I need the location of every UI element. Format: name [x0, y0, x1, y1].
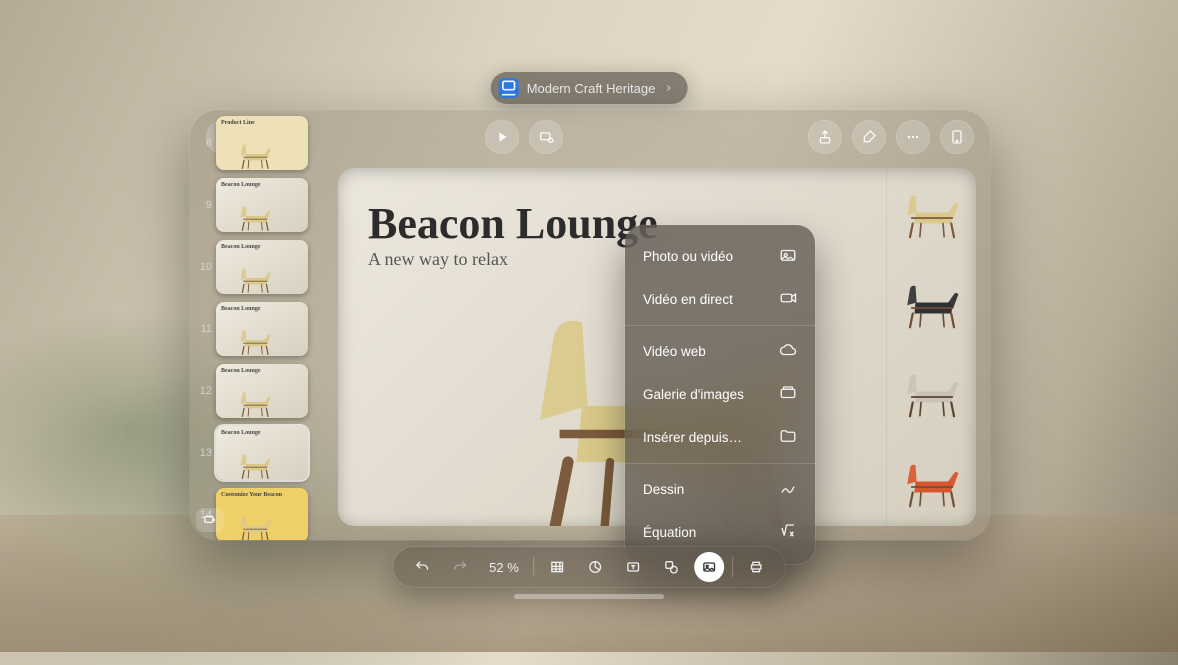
- slide-number: 11: [196, 323, 212, 335]
- menu-item-label: Insérer depuis…: [643, 430, 742, 445]
- menu-item-label: Équation: [643, 525, 696, 540]
- folder-icon: [779, 427, 797, 448]
- document-settings-button[interactable]: [940, 120, 974, 154]
- product-variant-3[interactable]: [886, 437, 976, 527]
- zoom-level[interactable]: 52 %: [483, 560, 525, 575]
- photo-icon: [779, 246, 797, 267]
- menu-item-label: Vidéo web: [643, 344, 706, 359]
- product-variant-0[interactable]: [886, 168, 976, 258]
- insert-shape-button[interactable]: [656, 552, 686, 582]
- play-button[interactable]: [485, 120, 519, 154]
- share-button[interactable]: [808, 120, 842, 154]
- cloud-icon: [779, 341, 797, 362]
- menu-item-gallery[interactable]: Galerie d'images: [625, 373, 815, 416]
- slide-thumb-12[interactable]: 12Beacon Lounge: [196, 364, 320, 418]
- app-icon: [499, 78, 519, 98]
- more-button[interactable]: [896, 120, 930, 154]
- rehearse-button[interactable]: [529, 120, 563, 154]
- product-variant-1[interactable]: [886, 258, 976, 348]
- slide-thumb-13[interactable]: 13Beacon Lounge: [196, 426, 320, 480]
- insert-media-menu: Photo ou vidéo Vidéo en direct Vidéo web Ga…: [625, 225, 815, 564]
- slide-navigator[interactable]: 8Product Line 9Beacon Lounge 10Beacon Lo…: [190, 110, 326, 540]
- add-slide-button[interactable]: [196, 508, 224, 532]
- slide-number: 13: [196, 447, 212, 459]
- format-brush-button[interactable]: [852, 120, 886, 154]
- insert-chart-button[interactable]: [580, 552, 610, 582]
- window-drag-handle[interactable]: [514, 594, 664, 599]
- document-title: Modern Craft Heritage: [527, 81, 656, 96]
- redo-button[interactable]: [445, 552, 475, 582]
- bottom-toolbar: 52 %: [393, 547, 785, 587]
- scribble-icon: [779, 479, 797, 500]
- document-title-pill[interactable]: Modern Craft Heritage: [491, 72, 688, 104]
- product-variant-2[interactable]: [886, 347, 976, 437]
- menu-item-scribble[interactable]: Dessin: [625, 468, 815, 511]
- insert-table-button[interactable]: [542, 552, 572, 582]
- menu-item-photo[interactable]: Photo ou vidéo: [625, 235, 815, 278]
- insert-media-button[interactable]: [694, 552, 724, 582]
- menu-separator: [625, 325, 815, 326]
- product-variant-strip: [886, 168, 976, 526]
- slide-thumb-10[interactable]: 10Beacon Lounge: [196, 240, 320, 294]
- slide-number: 9: [196, 199, 212, 211]
- menu-item-cloud[interactable]: Vidéo web: [625, 330, 815, 373]
- menu-item-label: Photo ou vidéo: [643, 249, 733, 264]
- present-environment-button[interactable]: [741, 552, 771, 582]
- equation-icon: [779, 522, 797, 543]
- menu-item-label: Vidéo en direct: [643, 292, 733, 307]
- slide-thumb-8[interactable]: 8Product Line: [196, 116, 320, 170]
- menu-item-label: Galerie d'images: [643, 387, 744, 402]
- camera-icon: [779, 289, 797, 310]
- editor-window: 8Product Line 9Beacon Lounge 10Beacon Lo…: [190, 110, 990, 540]
- menu-item-label: Dessin: [643, 482, 684, 497]
- chevron-right-icon: [663, 81, 673, 96]
- menu-separator: [625, 463, 815, 464]
- undo-button[interactable]: [407, 552, 437, 582]
- insert-text-button[interactable]: [618, 552, 648, 582]
- slide-number: 10: [196, 261, 212, 273]
- slide-thumb-9[interactable]: 9Beacon Lounge: [196, 178, 320, 232]
- menu-item-camera[interactable]: Vidéo en direct: [625, 278, 815, 321]
- menu-item-folder[interactable]: Insérer depuis…: [625, 416, 815, 459]
- slide-number: 12: [196, 385, 212, 397]
- slide-number: 8: [196, 137, 212, 149]
- gallery-icon: [779, 384, 797, 405]
- slide-thumb-11[interactable]: 11Beacon Lounge: [196, 302, 320, 356]
